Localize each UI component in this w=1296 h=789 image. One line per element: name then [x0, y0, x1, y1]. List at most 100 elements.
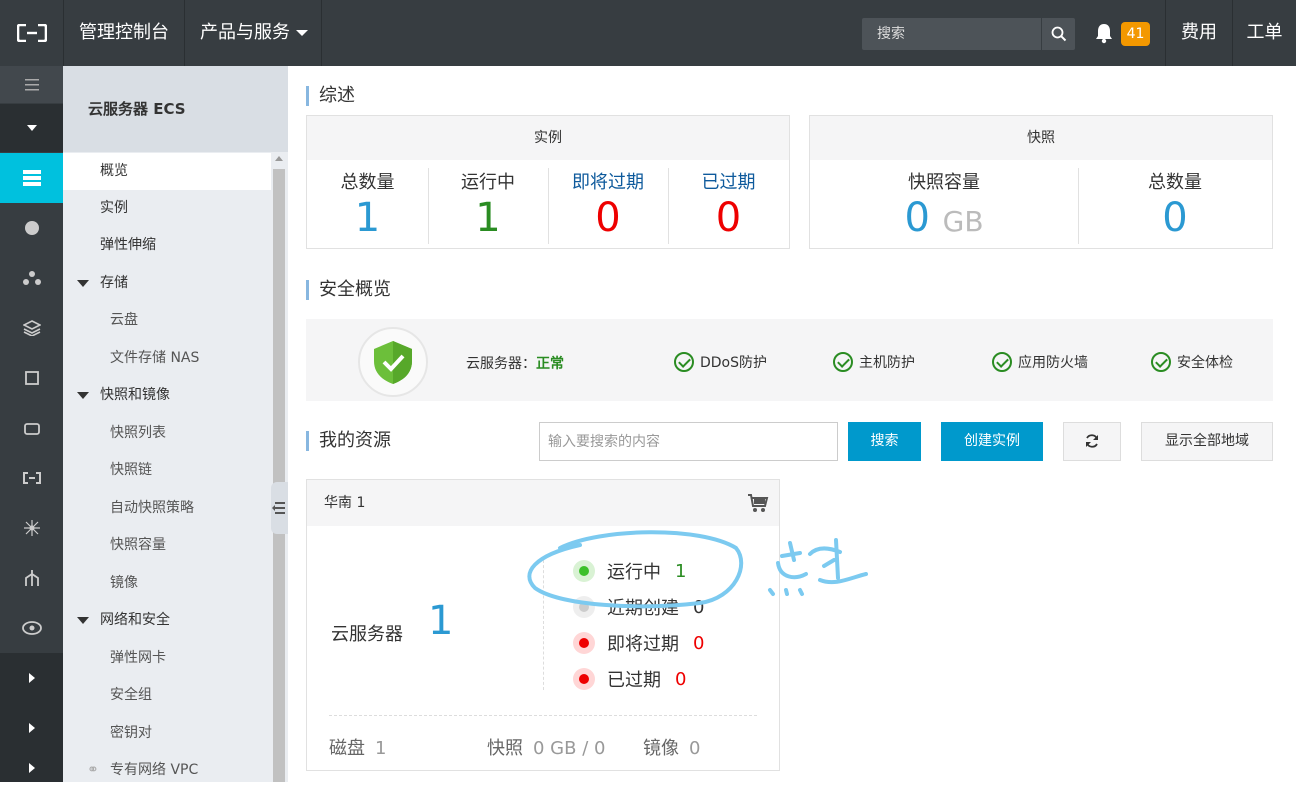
stat-label: 已过期: [701, 172, 756, 193]
resource-search-input[interactable]: [539, 422, 838, 461]
stat-expiring[interactable]: 即将过期 0: [548, 166, 668, 244]
fee-link[interactable]: 费用: [1166, 0, 1232, 66]
footer-disk[interactable]: 磁盘 1: [329, 734, 386, 760]
footer-value: 0: [689, 738, 701, 759]
check-security-scan[interactable]: 安全体检: [1151, 352, 1233, 372]
console-link[interactable]: 管理控制台: [64, 0, 184, 66]
sidebar-item-keypairs[interactable]: 密钥对: [63, 715, 271, 752]
bell-icon[interactable]: [1094, 22, 1114, 44]
sidebar-item-overview[interactable]: 概览: [63, 153, 271, 190]
database-icon[interactable]: [0, 203, 63, 253]
status-label: 即将过期: [607, 634, 679, 655]
gateway-icon[interactable]: [0, 553, 63, 603]
stat-value: 1: [475, 195, 501, 241]
chevron-right-icon[interactable]: [0, 703, 63, 753]
footer-label: 磁盘: [329, 738, 365, 759]
check-label: DDoS防护: [700, 355, 768, 371]
ecs-label: 云服务器: [331, 624, 403, 645]
notification-badge[interactable]: 41: [1121, 22, 1150, 46]
sidebar-group-storage[interactable]: 存储: [63, 265, 271, 302]
collapse-sidebar-button[interactable]: [271, 482, 288, 534]
chevron-right-icon[interactable]: [0, 753, 63, 782]
aliyun-logo-icon[interactable]: [0, 0, 63, 66]
security-title: 安全概览: [306, 280, 391, 300]
caret-down-icon[interactable]: [0, 104, 63, 152]
sidebar-item-snapshot-list[interactable]: 快照列表: [63, 415, 271, 452]
sidebar-group-snapshots-images[interactable]: 快照和镜像: [63, 377, 271, 414]
top-search-input[interactable]: [862, 18, 1042, 50]
sidebar-item-security-groups[interactable]: 安全组: [63, 677, 271, 714]
check-ddos[interactable]: DDoS防护: [674, 352, 767, 372]
refresh-icon: [1086, 434, 1098, 448]
show-all-regions-button[interactable]: 显示全部地域: [1141, 422, 1273, 461]
resource-search-button[interactable]: 搜索: [848, 422, 921, 461]
stat-label: 总数量: [1148, 172, 1202, 193]
sidebar-item-eni[interactable]: 弹性网卡: [63, 640, 271, 677]
snapshots-panel: 快照 快照容量 0 GB 总数量 0: [809, 115, 1273, 249]
chip-icon[interactable]: [0, 353, 63, 403]
network-icon[interactable]: [0, 503, 63, 553]
status-running[interactable]: 运行中 1: [573, 558, 686, 584]
footer-label: 镜像: [643, 738, 679, 759]
triangle-down-icon: [77, 280, 89, 287]
check-host[interactable]: 主机防护: [833, 352, 915, 372]
ticket-link[interactable]: 工单: [1233, 0, 1296, 66]
stat-label: 总数量: [340, 172, 395, 193]
sidebar-item-snapshot-capacity[interactable]: 快照容量: [63, 527, 271, 564]
search-icon[interactable]: [1041, 18, 1075, 50]
status-label: 运行中: [607, 562, 661, 583]
stat-running[interactable]: 运行中 1: [428, 166, 548, 244]
products-menu[interactable]: 产品与服务: [185, 0, 321, 66]
sidebar-scrollbar-thumb[interactable]: [273, 169, 285, 782]
stat-snapshot-total[interactable]: 总数量 0: [1078, 166, 1272, 244]
stat-expired[interactable]: 已过期 0: [668, 166, 789, 244]
status-value: 0: [693, 632, 705, 654]
sidebar-item-snapshot-chain[interactable]: 快照链: [63, 452, 271, 489]
link-icon[interactable]: [0, 453, 63, 503]
cluster-icon[interactable]: [0, 253, 63, 303]
ecs-count[interactable]: 1: [428, 598, 453, 644]
sidebar-group-label: 网络和安全: [100, 612, 170, 628]
green-dot-icon: [573, 560, 595, 582]
stat-value: 0: [904, 195, 930, 241]
refresh-button[interactable]: [1063, 422, 1121, 461]
chevron-right-icon[interactable]: [0, 653, 63, 703]
red-dot-icon: [573, 668, 595, 690]
sidebar-item-instances[interactable]: 实例: [63, 190, 271, 227]
scroll-up-icon[interactable]: [275, 156, 283, 161]
stat-value: 0: [595, 195, 621, 241]
create-instance-button[interactable]: 创建实例: [941, 422, 1043, 461]
eye-icon[interactable]: [0, 603, 63, 653]
sidebar-item-images[interactable]: 镜像: [63, 565, 271, 602]
status-expiring[interactable]: 即将过期 0: [573, 630, 704, 656]
layers-icon[interactable]: [0, 303, 63, 353]
menu-icon[interactable]: [0, 66, 63, 103]
stat-snapshot-capacity[interactable]: 快照容量 0 GB: [810, 166, 1078, 244]
region-name: 华南 1: [307, 480, 779, 526]
status-label: 已过期: [607, 670, 661, 691]
check-waf[interactable]: 应用防火墙: [992, 352, 1088, 372]
link-icon: ⚭: [87, 762, 99, 778]
sidebar-group-network-security[interactable]: 网络和安全: [63, 602, 271, 639]
storage-icon[interactable]: [0, 403, 63, 453]
top-bar: 管理控制台 产品与服务 41 费用 工单: [0, 0, 1296, 66]
cart-icon[interactable]: [747, 493, 769, 513]
stat-total[interactable]: 总数量 1: [307, 166, 428, 244]
status-value: 0: [693, 596, 705, 618]
status-recent[interactable]: 近期创建 0: [573, 594, 704, 620]
shield-icon: [358, 327, 428, 397]
gray-dot-icon: [573, 596, 595, 618]
footer-image[interactable]: 镜像 0: [643, 734, 700, 760]
sidebar-item-nas[interactable]: 文件存储 NAS: [63, 340, 271, 377]
sidebar-item-disks[interactable]: 云盘: [63, 302, 271, 339]
sidebar-item-vpc[interactable]: ⚭ 专有网络 VPC: [63, 752, 271, 789]
sidebar-item-auto-snapshot-policy[interactable]: 自动快照策略: [63, 490, 271, 527]
footer-snapshot[interactable]: 快照 0 GB / 0: [487, 734, 605, 760]
sidebar-item-autoscaling[interactable]: 弹性伸缩: [63, 227, 271, 264]
status-expired[interactable]: 已过期 0: [573, 666, 686, 692]
overview-title: 综述: [306, 86, 355, 106]
triangle-down-icon: [77, 392, 89, 399]
ecs-server-icon[interactable]: [0, 153, 63, 203]
stat-label: 快照容量: [908, 172, 980, 193]
red-dot-icon: [573, 632, 595, 654]
